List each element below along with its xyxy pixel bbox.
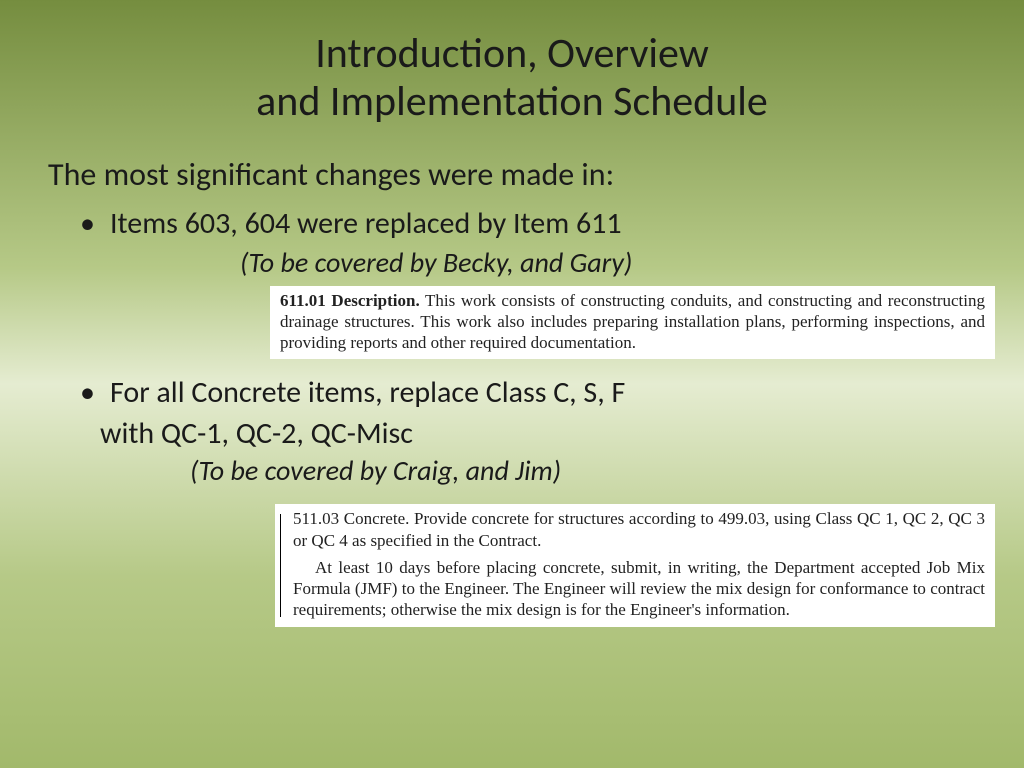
intro-text: The most significant changes were made i… bbox=[48, 155, 984, 194]
spec-heading-611: 611.01 Description. bbox=[280, 291, 420, 310]
bullet-item-1: Items 603, 604 were replaced by Item 611 bbox=[110, 204, 984, 243]
covered-by-1: (To be covered by Becky, and Gary) bbox=[240, 245, 984, 280]
spec-excerpt-611: 611.01 Description. This work consists o… bbox=[270, 286, 995, 360]
bullet-list: Items 603, 604 were replaced by Item 611 bbox=[40, 204, 984, 243]
bullet-list-2: For all Concrete items, replace Class C,… bbox=[40, 373, 984, 412]
bullet-item-2-continue: with QC-1, QC-2, QC-Misc bbox=[100, 414, 984, 453]
slide-title: Introduction, Overview and Implementatio… bbox=[40, 30, 984, 127]
covered-by-2: (To be covered by Craig, and Jim) bbox=[190, 453, 984, 488]
spec-excerpt-511: 511.03 Concrete. Provide concrete for st… bbox=[275, 504, 995, 626]
bullet-item-2: For all Concrete items, replace Class C,… bbox=[110, 373, 984, 412]
slide: Introduction, Overview and Implementatio… bbox=[0, 0, 1024, 768]
spec-body-511: 511.03 Concrete. Provide concrete for st… bbox=[285, 504, 995, 626]
revision-bar bbox=[275, 504, 285, 626]
title-line-2: and Implementation Schedule bbox=[256, 76, 768, 127]
title-line-1: Introduction, Overview bbox=[315, 28, 709, 79]
spec-511-p2: At least 10 days before placing concrete… bbox=[293, 557, 985, 621]
spec-heading-511: 511.03 Concrete. bbox=[293, 509, 409, 528]
spec-511-p1: 511.03 Concrete. Provide concrete for st… bbox=[293, 508, 985, 551]
